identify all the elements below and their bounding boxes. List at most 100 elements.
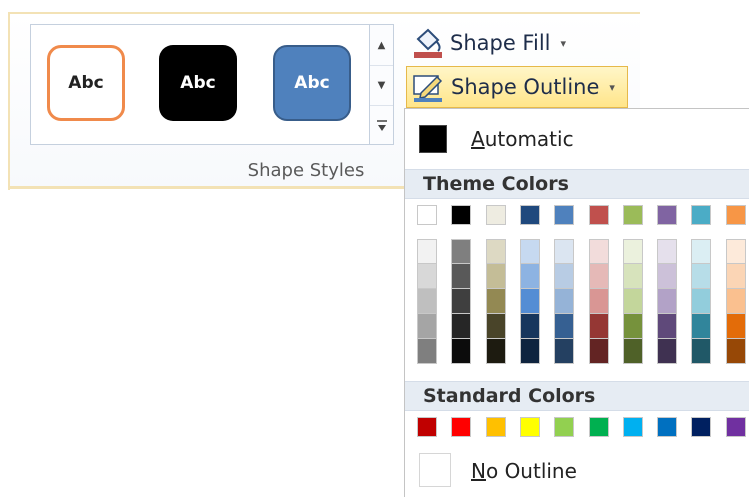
gallery-scroll-down-button[interactable]: ▼ — [370, 65, 393, 105]
theme-shade-swatch[interactable] — [622, 314, 643, 339]
theme-shade-swatch[interactable] — [451, 239, 472, 264]
pencil-outline-icon — [411, 71, 447, 103]
shape-style-thumb-2[interactable]: Abc — [159, 45, 237, 121]
theme-shade-swatch[interactable] — [519, 289, 540, 314]
theme-shade-swatch[interactable] — [691, 264, 712, 289]
theme-shade-swatch[interactable] — [725, 264, 746, 289]
automatic-menu-item[interactable]: Automatic — [405, 121, 749, 157]
theme-color-swatch[interactable] — [622, 205, 643, 225]
automatic-color-swatch — [419, 125, 447, 153]
shape-outline-menu: Automatic Theme Colors Standard Colors N… — [404, 108, 749, 497]
theme-color-swatch[interactable] — [657, 205, 678, 225]
theme-shade-swatch[interactable] — [519, 339, 540, 364]
standard-colors-header: Standard Colors — [405, 381, 749, 411]
theme-shade-swatch[interactable] — [451, 339, 472, 364]
theme-shade-swatch[interactable] — [725, 289, 746, 314]
theme-color-swatch[interactable] — [519, 205, 540, 225]
theme-shade-swatch[interactable] — [588, 264, 609, 289]
theme-shade-swatch[interactable] — [622, 264, 643, 289]
theme-shade-swatch[interactable] — [691, 339, 712, 364]
theme-color-swatch[interactable] — [691, 205, 712, 225]
theme-shade-swatch[interactable] — [657, 239, 678, 264]
more-icon — [376, 119, 387, 131]
theme-shade-swatch[interactable] — [691, 289, 712, 314]
theme-color-swatch[interactable] — [725, 205, 746, 225]
paint-bucket-icon — [410, 27, 446, 59]
shape-outline-button[interactable]: Shape Outline ▾ — [406, 66, 628, 108]
theme-shade-swatch[interactable] — [657, 264, 678, 289]
theme-color-swatch[interactable] — [485, 205, 506, 225]
standard-color-swatch[interactable] — [657, 417, 678, 437]
theme-shade-swatch[interactable] — [451, 289, 472, 314]
theme-shade-swatch[interactable] — [519, 314, 540, 339]
theme-colors-header: Theme Colors — [405, 169, 749, 199]
ribbon-bottom-border — [8, 186, 410, 189]
theme-color-swatch[interactable] — [554, 205, 575, 225]
theme-shade-swatch[interactable] — [554, 239, 575, 264]
theme-shade-swatch[interactable] — [417, 264, 437, 289]
theme-shade-swatch[interactable] — [417, 339, 437, 364]
chevron-up-icon: ▲ — [377, 39, 386, 51]
theme-shade-swatch[interactable] — [657, 314, 678, 339]
standard-color-swatch[interactable] — [485, 417, 506, 437]
theme-shade-swatch[interactable] — [417, 314, 437, 339]
theme-shade-swatch[interactable] — [622, 289, 643, 314]
theme-shade-swatch[interactable] — [657, 289, 678, 314]
theme-shade-swatch[interactable] — [725, 239, 746, 264]
theme-color-swatch[interactable] — [451, 205, 472, 225]
no-outline-menu-item[interactable]: No Outline — [405, 453, 749, 489]
theme-shade-swatch[interactable] — [588, 289, 609, 314]
theme-shade-swatch[interactable] — [485, 239, 506, 264]
theme-shade-swatch[interactable] — [554, 314, 575, 339]
theme-shade-swatch[interactable] — [485, 264, 506, 289]
shape-fill-label: Shape Fill — [450, 31, 551, 55]
theme-shade-swatch[interactable] — [519, 264, 540, 289]
theme-shade-swatch[interactable] — [657, 339, 678, 364]
shape-style-thumb-3[interactable]: Abc — [273, 45, 351, 121]
chevron-down-icon: ▼ — [377, 80, 386, 91]
standard-color-swatch[interactable] — [622, 417, 643, 437]
gallery-scroll: ▲ ▼ — [370, 24, 394, 145]
gallery-scroll-up-button[interactable]: ▲ — [370, 25, 393, 65]
theme-shade-swatch[interactable] — [588, 239, 609, 264]
theme-shade-swatch[interactable] — [417, 239, 437, 264]
dropdown-caret-icon: ▾ — [609, 80, 615, 94]
theme-shade-swatch[interactable] — [554, 289, 575, 314]
standard-color-swatch[interactable] — [417, 417, 437, 437]
shape-styles-gallery: Abc Abc Abc — [30, 24, 370, 145]
standard-color-swatch[interactable] — [588, 417, 609, 437]
theme-shade-swatch[interactable] — [725, 314, 746, 339]
theme-shade-swatch[interactable] — [485, 289, 506, 314]
standard-color-swatch[interactable] — [519, 417, 540, 437]
theme-shade-swatch[interactable] — [691, 239, 712, 264]
standard-color-swatch[interactable] — [725, 417, 746, 437]
theme-shade-swatch[interactable] — [725, 339, 746, 364]
theme-shade-swatch[interactable] — [588, 339, 609, 364]
shape-fill-button[interactable]: Shape Fill ▾ — [410, 24, 610, 62]
gallery-more-button[interactable] — [370, 105, 393, 145]
shape-style-thumb-1[interactable]: Abc — [47, 45, 125, 121]
no-outline-swatch — [419, 453, 451, 487]
theme-shade-swatch[interactable] — [451, 314, 472, 339]
ribbon-edge — [8, 14, 10, 190]
theme-shade-swatch[interactable] — [691, 314, 712, 339]
shape-outline-label: Shape Outline — [451, 75, 600, 99]
theme-color-swatch[interactable] — [417, 205, 437, 225]
standard-color-swatch[interactable] — [554, 417, 575, 437]
theme-shade-swatch[interactable] — [519, 239, 540, 264]
standard-color-swatch[interactable] — [451, 417, 472, 437]
dropdown-caret-icon: ▾ — [560, 36, 567, 50]
theme-shade-swatch[interactable] — [622, 239, 643, 264]
standard-color-swatch[interactable] — [691, 417, 712, 437]
no-outline-label: No Outline — [471, 459, 577, 483]
theme-shade-swatch[interactable] — [588, 314, 609, 339]
theme-shade-swatch[interactable] — [451, 264, 472, 289]
theme-shade-swatch[interactable] — [554, 339, 575, 364]
theme-shade-swatch[interactable] — [554, 264, 575, 289]
theme-shade-swatch[interactable] — [622, 339, 643, 364]
group-label: Shape Styles — [247, 160, 365, 181]
theme-color-swatch[interactable] — [588, 205, 609, 225]
theme-shade-swatch[interactable] — [485, 314, 506, 339]
theme-shade-swatch[interactable] — [485, 339, 506, 364]
theme-shade-swatch[interactable] — [417, 289, 437, 314]
